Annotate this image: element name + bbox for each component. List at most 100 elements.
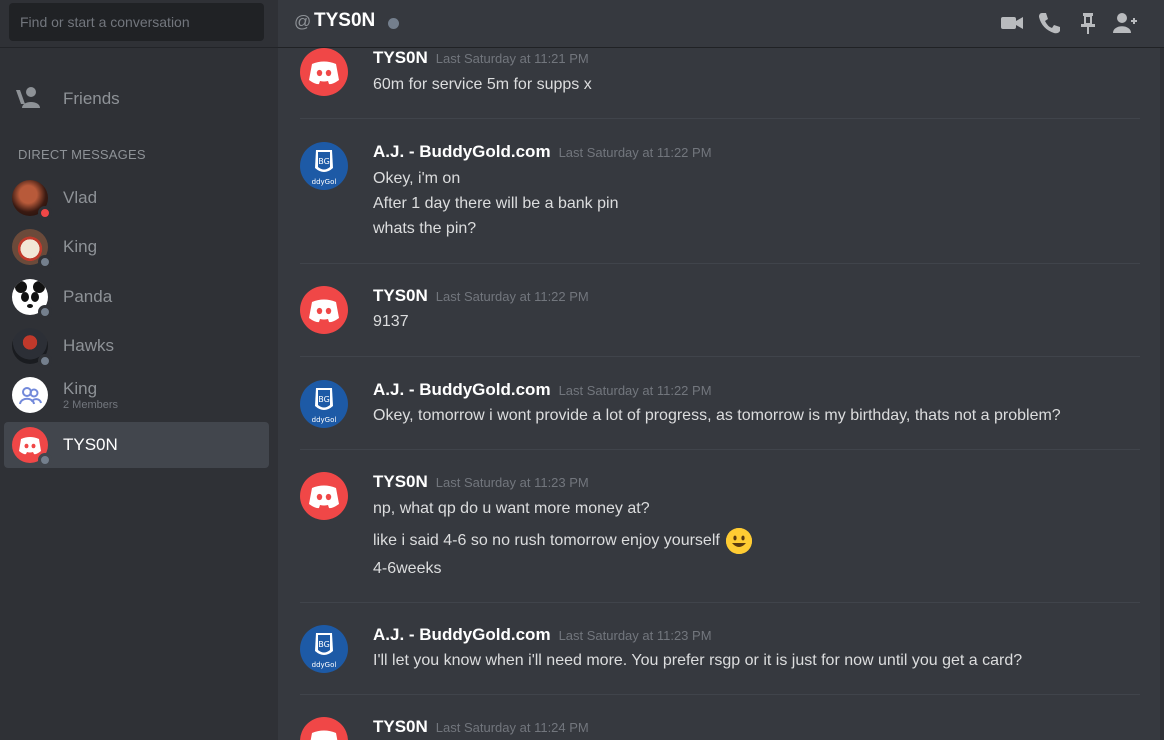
message-divider (300, 263, 1140, 264)
friends-label: Friends (63, 89, 120, 108)
message-timestamp: Last Saturday at 11:22 PM (435, 289, 589, 304)
dm-name: Hawks (63, 336, 115, 355)
avatar (12, 229, 52, 269)
dm-name: Vlad (63, 188, 98, 207)
message-author[interactable]: TYS0N (373, 48, 428, 68)
dm-name: TYS0N (63, 435, 118, 454)
message-header: TYS0N Last Saturday at 11:21 PM (373, 48, 589, 68)
discord-logo-icon (309, 485, 339, 509)
avatar[interactable]: BG ddyGol (300, 142, 348, 190)
message-header: TYS0N Last Saturday at 11:22 PM (373, 286, 589, 306)
dm-name: King (63, 237, 98, 256)
discord-logo-icon (310, 730, 338, 740)
search-input[interactable]: Find or start a conversation (9, 3, 264, 41)
svg-text:BG: BG (318, 640, 330, 649)
dm-item-tyson[interactable]: TYS0N (4, 422, 269, 468)
message-divider (300, 118, 1140, 119)
avatar[interactable]: BG ddyGol (300, 380, 348, 428)
channel-header: @ TYS0N (278, 0, 1164, 48)
avatar (12, 377, 48, 413)
message-divider (300, 694, 1140, 695)
dm-item-vlad[interactable]: Vlad (4, 175, 269, 221)
dm-name: Panda (63, 287, 113, 306)
status-offline-indicator (388, 18, 399, 29)
message-header: TYS0N Last Saturday at 11:23 PM (373, 472, 589, 492)
message-text: whats the pin? (373, 220, 477, 237)
svg-text:BG: BG (318, 395, 330, 404)
friends-icon (14, 86, 50, 112)
status-offline-indicator (38, 255, 52, 269)
status-offline-indicator (38, 453, 52, 467)
dm-item-group-king[interactable]: King 2 Members (4, 372, 269, 418)
sidebar-item-friends[interactable]: Friends (6, 78, 268, 120)
message-author[interactable]: TYS0N (373, 472, 428, 492)
at-symbol: @ (294, 12, 312, 31)
message-divider (300, 602, 1140, 603)
pin-icon[interactable] (1075, 10, 1101, 36)
message-text: 9137 (373, 313, 409, 330)
message-text: I'll let you know when i'll need more. Y… (373, 652, 1023, 669)
smiley-emoji-icon[interactable] (725, 528, 752, 554)
message-text-with-emoji: like i said 4-6 so no rush tomorrow enjo… (373, 528, 752, 554)
message-timestamp: Last Saturday at 11:23 PM (558, 628, 712, 643)
status-offline-indicator (38, 305, 52, 319)
scrollbar[interactable] (1160, 48, 1164, 740)
dm-item-king[interactable]: King (4, 224, 269, 270)
message-author[interactable]: TYS0N (373, 286, 428, 306)
message-timestamp: Last Saturday at 11:24 PM (435, 720, 589, 735)
voice-call-icon[interactable] (1036, 10, 1062, 36)
search-bar-container: Find or start a conversation (0, 0, 278, 48)
status-offline-indicator (38, 354, 52, 368)
message-timestamp: Last Saturday at 11:22 PM (558, 145, 712, 160)
buddygold-logo-icon: BG ddyGol (312, 633, 337, 669)
dm-item-panda[interactable]: Panda (4, 274, 269, 320)
avatar[interactable]: BG ddyGol (300, 625, 348, 673)
dm-name: King (63, 379, 98, 398)
discord-app: Find or start a conversation Friends DIR… (0, 0, 1164, 740)
message-text: like i said 4-6 so no rush tomorrow enjo… (373, 532, 720, 550)
message-author[interactable]: A.J. - BuddyGold.com (373, 625, 551, 645)
dm-sidebar: Find or start a conversation Friends DIR… (0, 0, 278, 740)
discord-logo-icon (309, 61, 339, 85)
message-text: np, what qp do u want more money at? (373, 500, 650, 517)
avatar[interactable] (300, 472, 348, 520)
message-header: A.J. - BuddyGold.com Last Saturday at 11… (373, 142, 712, 162)
message-timestamp: Last Saturday at 11:21 PM (435, 51, 589, 66)
video-call-icon[interactable] (999, 10, 1025, 36)
message-divider (300, 449, 1140, 450)
message-divider (300, 356, 1140, 357)
svg-text:ddyGol: ddyGol (312, 416, 337, 424)
message-text: Okey, tomorrow i wont provide a lot of p… (373, 407, 1061, 424)
message-header: TYS0N Last Saturday at 11:24 PM (373, 717, 589, 737)
message-author[interactable]: TYS0N (373, 717, 428, 737)
message-header: A.J. - BuddyGold.com Last Saturday at 11… (373, 625, 712, 645)
message-text: After 1 day there will be a bank pin (373, 195, 619, 212)
message-header: A.J. - BuddyGold.com Last Saturday at 11… (373, 380, 712, 400)
svg-text:BG: BG (318, 157, 330, 166)
status-dnd-indicator (38, 206, 52, 220)
svg-text:ddyGol: ddyGol (312, 661, 337, 669)
message-list: TYS0N Last Saturday at 11:21 PM 60m for … (278, 48, 1164, 740)
avatar (12, 279, 52, 319)
message-timestamp: Last Saturday at 11:22 PM (558, 383, 712, 398)
message-author[interactable]: A.J. - BuddyGold.com (373, 142, 551, 162)
dm-item-hawks[interactable]: Hawks (4, 323, 269, 369)
avatar[interactable] (300, 286, 348, 334)
avatar (12, 180, 52, 220)
avatar[interactable] (300, 48, 348, 96)
dm-member-count: 2 Members (63, 399, 119, 411)
group-dm-icon (15, 380, 45, 410)
discord-logo-icon (309, 299, 339, 323)
buddygold-logo-icon: BG ddyGol (312, 388, 337, 424)
message-text: Okey, i'm on (373, 170, 461, 187)
avatar[interactable] (300, 717, 348, 740)
message-author[interactable]: A.J. - BuddyGold.com (373, 380, 551, 400)
message-text: 60m for service 5m for supps x (373, 76, 592, 93)
avatar (12, 328, 52, 368)
message-timestamp: Last Saturday at 11:23 PM (435, 475, 589, 490)
svg-text:ddyGol: ddyGol (312, 178, 337, 186)
buddygold-logo-icon: BG ddyGol (312, 150, 337, 186)
add-friend-icon[interactable] (1112, 10, 1138, 36)
direct-messages-header: DIRECT MESSAGES (18, 147, 146, 162)
message-text: 4-6weeks (373, 560, 442, 577)
